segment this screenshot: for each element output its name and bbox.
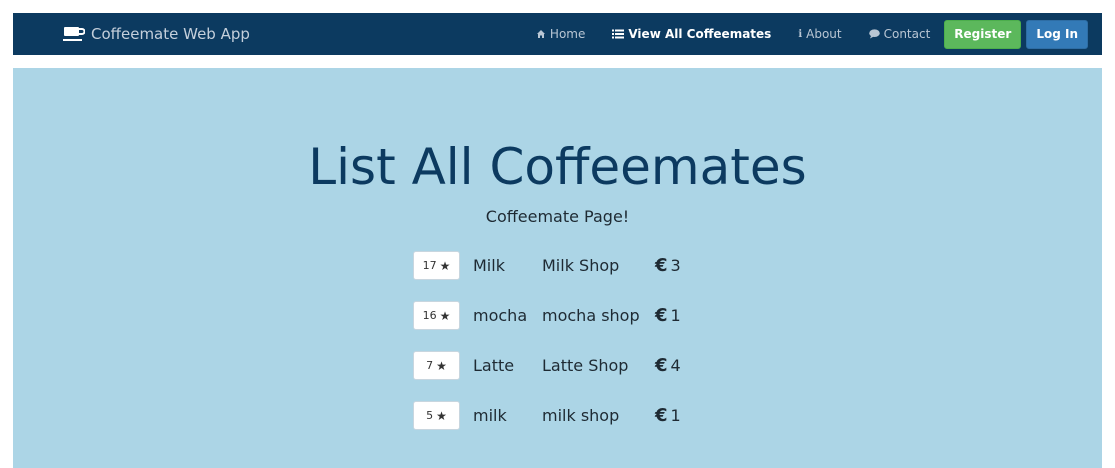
coffee-name: Milk [473, 256, 505, 275]
register-button[interactable]: Register [944, 19, 1022, 49]
euro-icon: € [655, 255, 668, 276]
price-value: 4 [670, 356, 681, 375]
star-icon: ★ [436, 358, 447, 373]
shop-name: mocha shop [542, 306, 640, 325]
main-content: List All Coffeemates Coffeemate Page! 17… [13, 68, 1102, 468]
info-icon: i [798, 28, 803, 40]
star-icon: ★ [439, 308, 451, 323]
star-count: 17 [422, 259, 437, 272]
list-item: 7 ★ Latte Latte Shop €4 [413, 350, 681, 381]
euro-icon: € [655, 405, 668, 426]
price: €1 [655, 405, 681, 426]
page-title: List All Coffeemates [308, 138, 807, 196]
nav-about-label: About [806, 27, 842, 41]
price: €1 [655, 305, 681, 326]
login-button[interactable]: Log In [1026, 19, 1088, 49]
euro-icon: € [655, 355, 668, 376]
star-rating-button[interactable]: 5 ★ [413, 401, 460, 430]
list-item: 5 ★ milk milk shop €1 [413, 400, 681, 431]
star-rating-button[interactable]: 7 ★ [413, 351, 460, 380]
nav-contact-label: Contact [883, 27, 931, 41]
star-count: 7 [426, 359, 434, 372]
nav-view-all-link[interactable]: View All Coffeemates [612, 27, 771, 41]
nav-home-label: Home [549, 27, 586, 41]
navbar: Coffeemate Web App Home View All Coffeem… [13, 13, 1102, 55]
brand-label: Coffeemate Web App [91, 25, 250, 43]
list-icon [612, 29, 625, 39]
price-value: 3 [670, 256, 681, 275]
coffee-name: mocha [473, 306, 528, 325]
shop-name: milk shop [542, 406, 620, 425]
price: €4 [655, 355, 681, 376]
star-rating-button[interactable]: 17 ★ [413, 251, 460, 280]
nav-view-all-label: View All Coffeemates [628, 27, 772, 41]
nav-contact-link[interactable]: Contact [868, 27, 931, 41]
price: €3 [655, 255, 681, 276]
brand-link[interactable]: Coffeemate Web App [63, 13, 250, 55]
page-subtitle: Coffeemate Page! [485, 207, 630, 226]
euro-icon: € [655, 305, 668, 326]
coffee-name: milk [473, 406, 507, 425]
home-icon [536, 29, 546, 39]
comment-icon [868, 29, 880, 39]
star-count: 5 [426, 409, 434, 422]
star-count: 16 [422, 309, 437, 322]
price-value: 1 [670, 406, 681, 425]
list-item: 16 ★ mocha mocha shop €1 [413, 300, 681, 331]
star-icon: ★ [436, 408, 447, 423]
nav-links: Home View All Coffeemates i About Contac… [536, 13, 1102, 55]
price-value: 1 [670, 306, 681, 325]
shop-name: Milk Shop [542, 256, 620, 275]
nav-about-link[interactable]: i About [798, 27, 841, 41]
coffee-name: Latte [473, 356, 515, 375]
nav-home-link[interactable]: Home [536, 27, 585, 41]
star-icon: ★ [439, 258, 451, 273]
list-item: 17 ★ Milk Milk Shop €3 [413, 250, 681, 281]
shop-name: Latte Shop [542, 356, 629, 375]
star-rating-button[interactable]: 16 ★ [413, 301, 460, 330]
coffeemate-list: 17 ★ Milk Milk Shop €3 16 ★ mocha mocha sh… [413, 250, 681, 450]
coffee-cup-icon [63, 27, 85, 41]
